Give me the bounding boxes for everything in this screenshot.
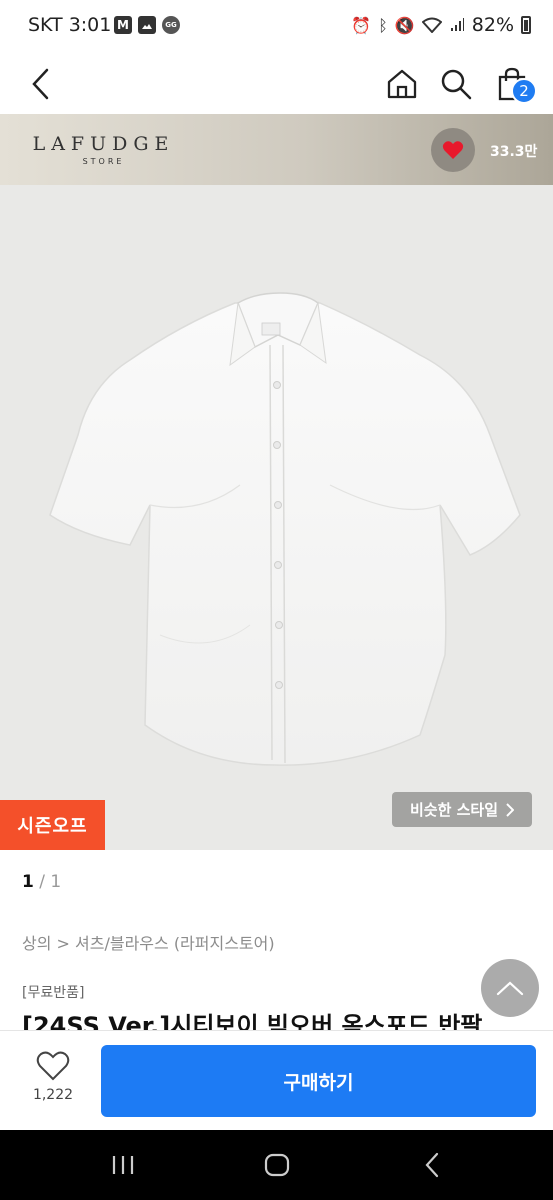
system-indicators: ⏰ ᛒ 🔇 82% [351,14,531,36]
status-time: SKT 3:01 [28,14,112,36]
category-breadcrumb[interactable]: 상의 > 셔츠/블라우스 (라퍼지스토어) [22,930,275,954]
similar-style-label: 비슷한 스타일 [409,801,499,819]
bluetooth-icon: ᛒ [378,15,388,35]
home-icon [387,69,417,99]
product-image[interactable] [0,185,553,850]
battery-icon [521,16,531,34]
mute-icon: 🔇 [394,15,415,35]
alarm-icon: ⏰ [351,15,372,35]
cart-count-badge: 2 [511,78,537,104]
buy-button[interactable]: 구매하기 [101,1045,536,1117]
wifi-icon [421,17,442,33]
home-nav-button[interactable] [247,1144,307,1186]
system-navigation-bar [0,1130,553,1200]
gallery-icon [138,16,156,34]
scroll-to-top-button[interactable] [481,959,539,1017]
status-bar: SKT 3:01 M GG ⏰ ᛒ 🔇 82% [0,0,553,54]
back-nav-icon [425,1152,439,1178]
notification-icons: M GG [114,16,180,34]
back-arrow-icon [32,68,49,100]
back-button[interactable] [16,60,64,108]
battery-percent: 82% [471,14,514,36]
home-nav-icon [264,1153,290,1177]
store-like-button[interactable] [431,128,475,172]
product-title: [24SS Ver.]시티보이 빅오버 옥스포드 반팔 [22,1012,483,1030]
gmail-icon: M [114,16,132,34]
store-logo-main: LAFUDGE [32,133,175,155]
wishlist-count: 1,222 [32,1087,74,1103]
home-button[interactable] [378,60,426,108]
chevron-up-icon [496,981,524,996]
search-button[interactable] [432,60,480,108]
recent-apps-icon [112,1156,134,1174]
wishlist-button[interactable]: 1,222 [24,1051,82,1115]
product-title-area: [24SS Ver.]시티보이 빅오버 옥스포드 반팔 [0,1000,553,1030]
search-icon [441,69,472,100]
shirt-illustration [49,292,521,766]
store-logo[interactable]: LAFUDGE STORE [26,133,181,166]
opgg-icon: GG [162,16,180,34]
season-off-badge: 시즌오프 [0,800,105,850]
store-logo-sub: STORE [82,157,125,166]
back-nav-button[interactable] [402,1144,462,1186]
signal-icon [450,18,464,31]
chevron-right-icon [506,802,515,817]
recent-apps-button[interactable] [93,1144,153,1186]
image-pager: 1 / 1 [22,872,61,892]
heart-outline-icon [36,1051,70,1081]
pager-total: / 1 [39,872,62,892]
pager-current: 1 [22,872,34,892]
store-like-count: 33.3만 [490,144,538,160]
heart-icon [442,141,464,159]
free-return-tag: [무료반품] [22,985,85,1001]
purchase-bar: 1,222 구매하기 [0,1030,553,1130]
similar-style-button[interactable]: 비슷한 스타일 [392,792,532,827]
app-header [0,54,553,114]
